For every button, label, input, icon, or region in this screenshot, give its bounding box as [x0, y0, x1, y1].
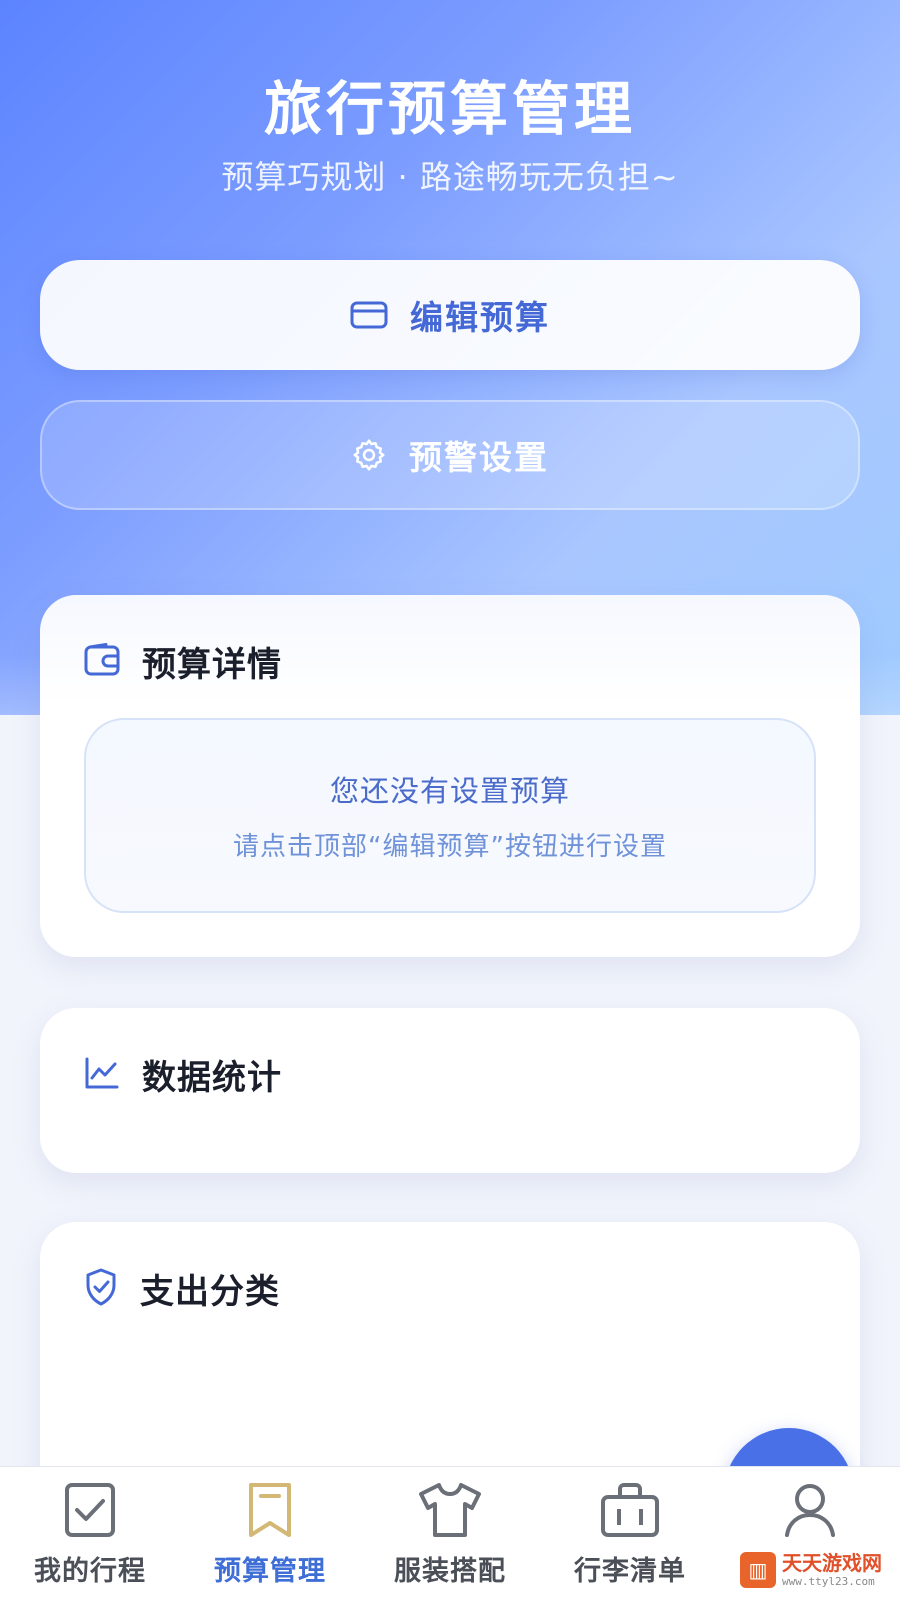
card-icon	[350, 300, 388, 330]
user-icon	[782, 1481, 838, 1543]
edit-budget-label: 编辑预算	[410, 298, 550, 337]
budget-page: 旅行预算管理 预算巧规划 · 路途畅玩无负担~ 编辑预算 预警设置 预算详情 您…	[0, 0, 900, 1600]
tab-budget-management[interactable]: 预算管理	[180, 1467, 360, 1600]
gear-icon	[351, 437, 387, 473]
page-subtitle: 预算巧规划 · 路途畅玩无负担~	[221, 158, 679, 196]
shield-check-icon	[84, 1268, 118, 1310]
data-statistics-title: 数据统计	[142, 1058, 282, 1098]
wallet-icon	[84, 642, 120, 681]
tab-budget-management-label: 预算管理	[214, 1556, 326, 1587]
watermark-url: www.ttyl23.com	[782, 1575, 875, 1588]
tab-outfit-matching[interactable]: 服装搭配	[360, 1467, 540, 1600]
watermark-name: 天天游戏网	[782, 1551, 882, 1575]
tab-luggage-list[interactable]: 行李清单	[540, 1467, 720, 1600]
tab-outfit-matching-label: 服装搭配	[394, 1556, 506, 1587]
line-chart-icon	[84, 1056, 120, 1094]
expense-category-title: 支出分类	[140, 1272, 280, 1312]
bookmark-icon	[242, 1481, 298, 1543]
empty-budget-message: 您还没有设置预算	[329, 774, 570, 808]
page-title: 旅行预算管理	[263, 75, 636, 143]
tab-my-trips[interactable]: 我的行程	[0, 1467, 180, 1600]
empty-budget-placeholder: 您还没有设置预算 请点击顶部“编辑预算”按钮进行设置	[84, 718, 816, 913]
watermark: ▥ 天天游戏网 www.ttyl23.com	[740, 1552, 882, 1588]
budget-details-title: 预算详情	[142, 645, 282, 685]
tab-luggage-list-label: 行李清单	[574, 1556, 686, 1587]
expense-category-header: 支出分类	[84, 1264, 280, 1313]
tab-my-trips-label: 我的行程	[34, 1556, 146, 1587]
tshirt-icon	[415, 1481, 485, 1543]
checklist-icon	[62, 1481, 118, 1543]
edit-budget-button[interactable]: 编辑预算	[40, 260, 860, 370]
data-statistics-header: 数据统计	[84, 1050, 282, 1099]
empty-budget-hint: 请点击顶部“编辑预算”按钮进行设置	[233, 832, 667, 862]
alert-settings-label: 预警设置	[409, 438, 549, 477]
budget-details-header: 预算详情	[84, 637, 282, 686]
budget-details-card: 预算详情 您还没有设置预算 请点击顶部“编辑预算”按钮进行设置	[40, 595, 860, 957]
data-statistics-card: 数据统计	[40, 1008, 860, 1173]
suitcase-icon	[599, 1481, 661, 1543]
alert-settings-button[interactable]: 预警设置	[40, 400, 860, 510]
watermark-logo-icon: ▥	[740, 1552, 776, 1588]
